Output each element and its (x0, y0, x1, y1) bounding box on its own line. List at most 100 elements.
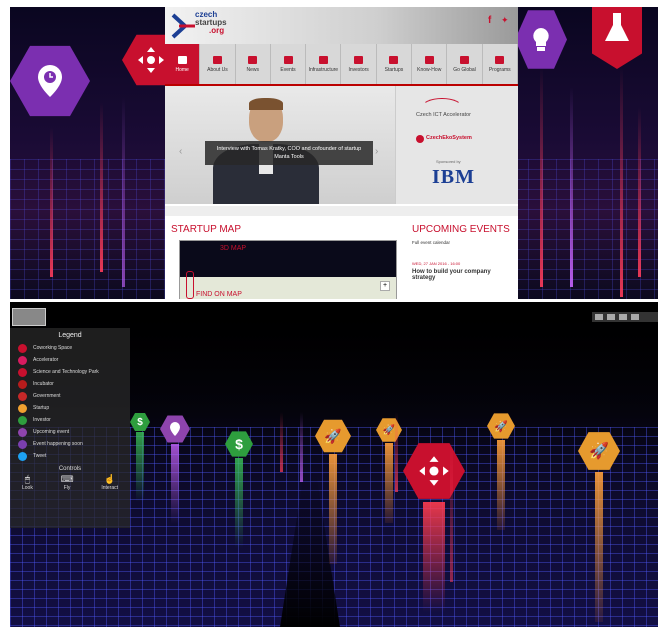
legend-item[interactable]: Startup (10, 402, 130, 414)
legend-label: Investor (33, 417, 51, 423)
minimize-icon[interactable] (595, 314, 603, 320)
nav-icon (354, 55, 364, 64)
sponsor-ibm[interactable]: IBM (432, 166, 475, 189)
nav-item-news[interactable]: News (236, 44, 271, 84)
nav-icon (248, 55, 258, 64)
nav-icon (460, 55, 470, 64)
facebook-icon[interactable]: f (488, 15, 491, 26)
startup-map-title: STARTUP MAP (171, 224, 242, 235)
legend-label: Event happening soon (33, 441, 83, 447)
legend-label: Startup (33, 405, 50, 411)
control-look: 🖱 Look (22, 474, 33, 491)
investor-marker[interactable]: $ (130, 412, 150, 502)
nav-item-go-global[interactable]: Go Global (447, 44, 483, 84)
event-title[interactable]: How to build your company strategy (412, 269, 512, 281)
sponsor-accelerator[interactable]: Czech ICT Accelerator (416, 112, 471, 118)
legend-item[interactable]: Incubator (10, 378, 130, 390)
camera-icon[interactable] (619, 314, 627, 320)
startup-marker[interactable]: 🚀 (578, 430, 620, 622)
slider-next-icon[interactable]: › (375, 146, 378, 157)
control-interact: ☝ Interact (101, 474, 118, 491)
zoom-in-button[interactable]: + (380, 281, 390, 291)
startup-marker[interactable]: 🚀 (376, 417, 402, 523)
site-logo-small[interactable] (12, 308, 46, 326)
hero-section: ‹ › Interview with Tomas Kratky, COO and… (165, 86, 518, 204)
legend-item[interactable]: Science and Technology Park (10, 366, 130, 378)
sponsors-panel: Czech ICT Accelerator CzechEkoSystem Spo… (395, 86, 518, 204)
pin-icon (186, 271, 194, 299)
nav-icon (389, 55, 399, 64)
upcoming-events-title: UPCOMING EVENTS (412, 224, 510, 235)
legend-item[interactable]: Investor (10, 414, 130, 426)
legend-item[interactable]: Event happening soon (10, 438, 130, 450)
keyboard-icon: ⌨ (60, 474, 74, 484)
find-on-map-link[interactable]: FIND ON MAP (196, 291, 242, 298)
investor-marker[interactable]: $ (225, 430, 253, 548)
settings-icon[interactable] (607, 314, 615, 320)
nav-item-infrastructure[interactable]: Infrastructure (306, 44, 342, 84)
nav-icon (177, 55, 187, 64)
nav-label: Startups (384, 66, 404, 73)
legend-label: Upcoming event (33, 429, 70, 435)
legend-marker-icon (18, 391, 27, 401)
legend-item[interactable]: Government (10, 390, 130, 402)
nav-item-events[interactable]: Events (271, 44, 307, 84)
window-controls (592, 312, 658, 322)
main-nav: Home About Us News Events Infrastructure Inve… (165, 44, 518, 86)
website: czech startups .org f ✦ Home About Us News… (165, 7, 518, 299)
website-screenshot: czech startups .org f ✦ Home About Us News… (10, 7, 658, 299)
twitter-icon[interactable]: ✦ (501, 15, 509, 26)
legend-label: Government (33, 393, 61, 399)
legend-label: Coworking Space (33, 345, 73, 351)
hero-caption[interactable]: Interview with Tomas Kratky, COO and cof… (205, 141, 373, 165)
nav-item-startups[interactable]: Startups (377, 44, 413, 84)
legend-marker-icon (18, 451, 27, 461)
startup-marker[interactable]: 🚀 (487, 412, 515, 530)
nav-icon (495, 55, 505, 64)
map3d-label[interactable]: 3D MAP (220, 245, 246, 252)
nav-item-about-us[interactable]: About Us (200, 44, 236, 84)
site-logo[interactable]: czech startups .org (195, 11, 227, 35)
legend-title: Legend (58, 332, 82, 339)
startup-map-widget[interactable]: 3D MAP FIND ON MAP + (179, 240, 397, 299)
main-move-marker[interactable] (403, 440, 465, 612)
legend-item[interactable]: Tweet (10, 450, 130, 462)
sponsor-ekosystem[interactable]: CzechEkoSystem (426, 135, 472, 141)
nav-item-home[interactable]: Home (165, 44, 201, 84)
event-date: WED, 27 JAN 2016 - 16:00 (412, 261, 461, 266)
legend-item[interactable]: Upcoming event (10, 426, 130, 438)
nav-label: Infrastructure (308, 66, 339, 73)
legend-item[interactable]: Accelerator (10, 354, 130, 366)
control-fly: ⌨ Fly (60, 474, 74, 491)
event-marker[interactable] (160, 414, 190, 524)
nav-item-know-how[interactable]: Know-How (412, 44, 448, 84)
legend-marker-icon (18, 379, 27, 389)
ekosystem-icon (416, 135, 424, 143)
mouse-icon: 🖱 (24, 474, 31, 484)
nav-item-investors[interactable]: Investors (341, 44, 377, 84)
nav-label: Investors (348, 66, 369, 73)
hand-icon: ☝ (104, 474, 116, 484)
nav-label: News (246, 66, 259, 73)
site-header: czech startups .org f ✦ (165, 7, 518, 44)
legend-label: Science and Technology Park (33, 369, 99, 375)
legend-marker-icon (18, 355, 27, 365)
nav-label: Events (280, 66, 296, 73)
hero-slider[interactable]: ‹ › Interview with Tomas Kratky, COO and… (165, 86, 395, 204)
slider-prev-icon[interactable]: ‹ (179, 146, 182, 157)
lightbulb-icon (515, 10, 567, 69)
legend-marker-icon (18, 439, 27, 449)
nav-label: Programs (488, 66, 511, 73)
event-calendar-link[interactable]: Full event calendar (412, 240, 450, 245)
legend-marker-icon (18, 367, 27, 377)
nav-icon (212, 55, 222, 64)
nav-label: Know-How (417, 66, 442, 73)
nav-label: Go Global (453, 66, 476, 73)
fullscreen-icon[interactable] (631, 314, 639, 320)
nav-item-programs[interactable]: Programs (483, 44, 518, 84)
legend-marker-icon (18, 415, 27, 425)
legend-label: Accelerator (33, 357, 59, 363)
startup-marker[interactable]: 🚀 (315, 418, 351, 564)
legend-item[interactable]: Coworking Space (10, 342, 130, 354)
legend-marker-icon (18, 343, 27, 353)
